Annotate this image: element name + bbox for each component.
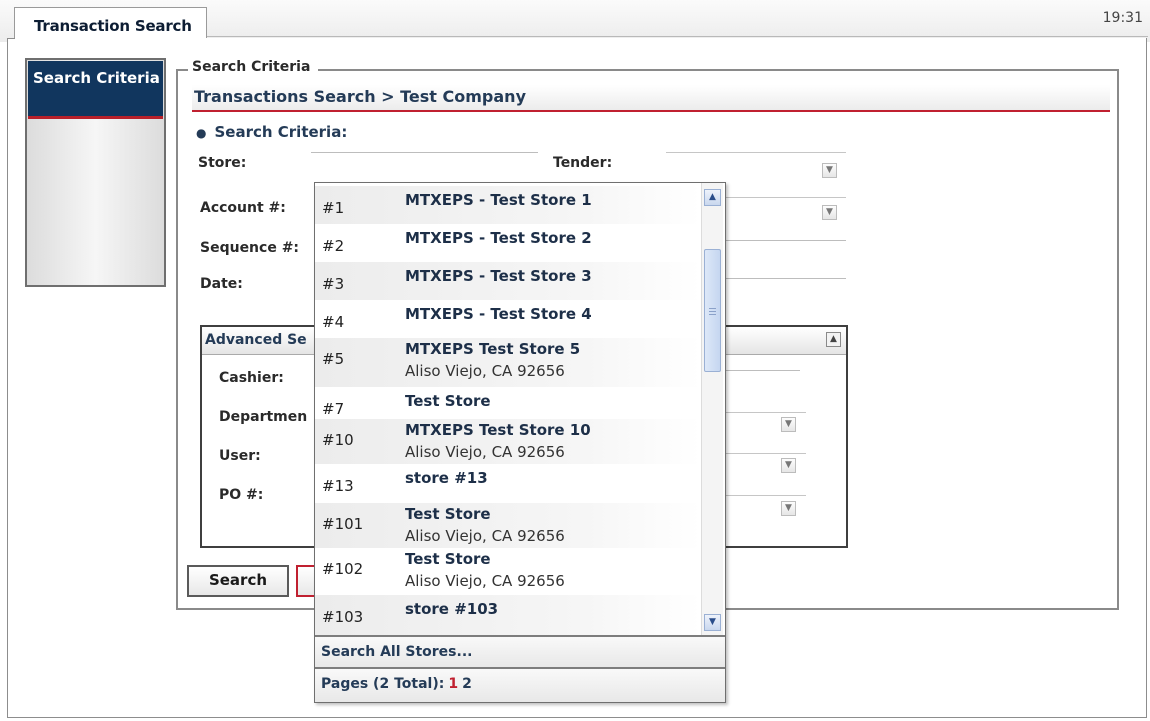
sidebar: Search Criteria bbox=[25, 58, 166, 287]
section-heading: ● Search Criteria: bbox=[196, 123, 347, 141]
department-label: Departmen bbox=[219, 409, 308, 425]
store-name: MTXEPS - Test Store 3 bbox=[405, 267, 592, 285]
store-number: #10 bbox=[322, 431, 354, 449]
store-option[interactable]: #10 MTXEPS Test Store 10 Aliso Viejo, CA 9… bbox=[315, 419, 701, 464]
date-input[interactable] bbox=[726, 278, 846, 279]
store-number: #102 bbox=[322, 560, 364, 578]
store-number: #3 bbox=[322, 275, 345, 293]
chevron-down-icon[interactable]: ▼ bbox=[822, 205, 837, 220]
store-name: MTXEPS Test Store 10 bbox=[405, 421, 591, 439]
store-option[interactable]: #102 Test Store Aliso Viejo, CA 92656 bbox=[315, 548, 701, 595]
scrollbar-thumb[interactable] bbox=[704, 249, 721, 372]
store-number: #7 bbox=[322, 400, 345, 418]
po-label: PO #: bbox=[219, 487, 264, 503]
store-number: #5 bbox=[322, 350, 345, 368]
store-option[interactable]: #4 MTXEPS - Test Store 4 bbox=[315, 300, 701, 338]
store-option[interactable]: #2 MTXEPS - Test Store 2 bbox=[315, 224, 701, 262]
search-button-label: Search bbox=[208, 571, 268, 589]
grip-icon bbox=[709, 308, 716, 309]
breadcrumb: Transactions Search > Test Company bbox=[192, 85, 1110, 112]
store-number: #2 bbox=[322, 237, 345, 255]
store-name: MTXEPS - Test Store 1 bbox=[405, 191, 592, 209]
store-number: #103 bbox=[322, 608, 364, 626]
store-option[interactable]: #13 store #13 bbox=[315, 464, 701, 503]
section-heading-text: Search Criteria: bbox=[214, 123, 348, 141]
bullet-icon: ● bbox=[196, 126, 207, 140]
search-all-stores-link[interactable]: Search All Stores... bbox=[315, 637, 725, 667]
store-list: #1 MTXEPS - Test Store 1 #2 MTXEPS - Test S… bbox=[315, 183, 701, 636]
sequence-label: Sequence #: bbox=[200, 240, 300, 256]
store-option[interactable]: #1 MTXEPS - Test Store 1 bbox=[315, 186, 701, 224]
store-name: Test Store bbox=[405, 550, 491, 568]
store-option[interactable]: #7 Test Store bbox=[315, 387, 701, 419]
date-label: Date: bbox=[200, 276, 243, 292]
store-option[interactable]: #103 store #103 bbox=[315, 595, 701, 636]
page-link-1[interactable]: 1 bbox=[448, 676, 458, 692]
page-link-2[interactable]: 2 bbox=[462, 676, 472, 692]
store-option[interactable]: #101 Test Store Aliso Viejo, CA 92656 bbox=[315, 503, 701, 548]
store-number: #1 bbox=[322, 199, 345, 217]
store-number: #13 bbox=[322, 477, 354, 495]
store-name: Test Store bbox=[405, 505, 491, 523]
page-links: 12 bbox=[444, 676, 472, 692]
store-label: Store: bbox=[198, 155, 247, 171]
tender-label: Tender: bbox=[553, 155, 613, 171]
store-number: #4 bbox=[322, 313, 345, 331]
clock: 19:31 bbox=[1102, 10, 1143, 26]
store-number: #101 bbox=[322, 515, 364, 533]
tender-select[interactable] bbox=[666, 152, 846, 178]
search-button[interactable]: Search bbox=[187, 565, 289, 597]
tab-transaction-search[interactable]: Transaction Search bbox=[14, 7, 207, 40]
store-address: Aliso Viejo, CA 92656 bbox=[405, 527, 565, 545]
store-option[interactable]: #5 MTXEPS Test Store 5 Aliso Viejo, CA 926… bbox=[315, 338, 701, 387]
chevron-down-icon[interactable]: ▼ bbox=[781, 501, 796, 516]
store-address: Aliso Viejo, CA 92656 bbox=[405, 362, 565, 380]
pagination: Pages (2 Total): 1 2 bbox=[315, 669, 725, 702]
chevron-down-icon[interactable]: ▼ bbox=[781, 417, 796, 432]
store-name: store #103 bbox=[405, 600, 499, 618]
store-address: Aliso Viejo, CA 92656 bbox=[405, 572, 565, 590]
store-name: MTXEPS Test Store 5 bbox=[405, 340, 581, 358]
account-label: Account #: bbox=[200, 200, 286, 216]
scroll-down-icon[interactable]: ▼ bbox=[704, 614, 721, 631]
scroll-up-icon[interactable]: ▲ bbox=[704, 189, 721, 206]
store-name: MTXEPS - Test Store 4 bbox=[405, 305, 592, 323]
store-input[interactable] bbox=[311, 152, 538, 153]
store-dropdown: #1 MTXEPS - Test Store 1 #2 MTXEPS - Test S… bbox=[314, 182, 726, 703]
store-name: MTXEPS - Test Store 2 bbox=[405, 229, 592, 247]
chevron-down-icon[interactable]: ▼ bbox=[822, 163, 837, 178]
cashier-input[interactable] bbox=[726, 370, 800, 371]
top-bar-divider bbox=[206, 36, 1148, 37]
store-option[interactable]: #3 MTXEPS - Test Store 3 bbox=[315, 262, 701, 300]
fieldset-legend: Search Criteria bbox=[188, 59, 319, 75]
pages-label: Pages (2 Total): bbox=[321, 676, 445, 692]
store-list-scrollbar[interactable]: ▲ ▼ bbox=[701, 183, 723, 635]
store-name: Test Store bbox=[405, 392, 491, 410]
store-address: Aliso Viejo, CA 92656 bbox=[405, 443, 565, 461]
sequence-input[interactable] bbox=[726, 240, 846, 241]
chevron-up-icon[interactable]: ▲ bbox=[826, 332, 841, 347]
user-label: User: bbox=[219, 448, 261, 464]
store-name: store #13 bbox=[405, 469, 488, 487]
cashier-label: Cashier: bbox=[219, 370, 284, 386]
sidebar-item-search-criteria[interactable]: Search Criteria bbox=[28, 61, 163, 119]
frame-corner bbox=[7, 38, 15, 39]
chevron-down-icon[interactable]: ▼ bbox=[781, 458, 796, 473]
